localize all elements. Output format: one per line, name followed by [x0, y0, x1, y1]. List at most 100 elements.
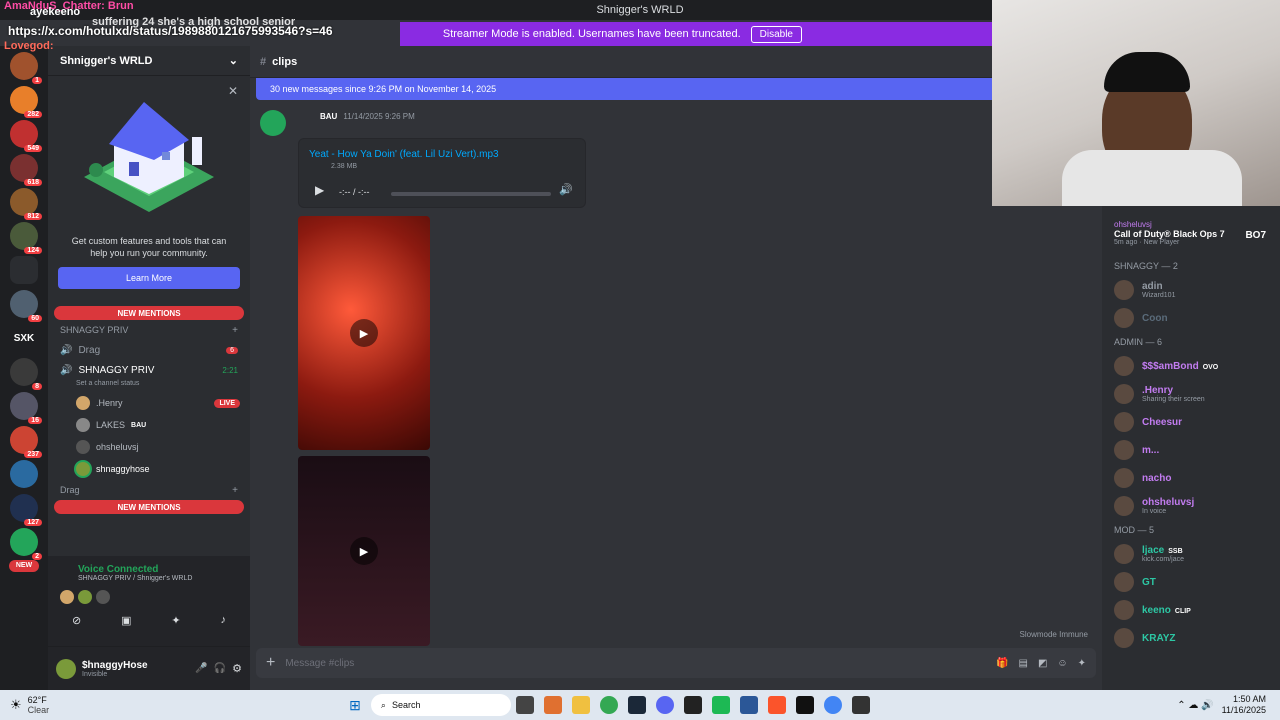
activities-icon[interactable]: ✦ [171, 614, 180, 627]
learn-more-button[interactable]: Learn More [58, 267, 240, 289]
server-icon[interactable]: 124 [10, 222, 42, 254]
volume-icon[interactable]: 🔊 [559, 183, 573, 196]
server-icon[interactable]: 127 [10, 494, 42, 526]
audio-progress-bar[interactable] [391, 192, 551, 196]
server-header[interactable]: Shnigger's WRLD ⌄ [48, 46, 250, 76]
voice-user[interactable]: ohsheluvsj [48, 436, 250, 458]
member-item[interactable]: KRAYZ [1102, 624, 1280, 652]
play-icon[interactable]: ▶ [350, 319, 378, 347]
copilot-icon[interactable] [543, 696, 562, 714]
category-shnaggy[interactable]: SHNAGGY PRIV + [48, 320, 250, 340]
disable-streamer-button[interactable]: Disable [750, 25, 802, 43]
server-icon[interactable]: 1 [10, 52, 42, 84]
plus-icon[interactable]: + [266, 654, 275, 672]
member-item[interactable]: .Henry Sharing their screen [1102, 380, 1280, 408]
close-icon[interactable]: ✕ [228, 84, 238, 98]
member-item[interactable]: GT [1102, 568, 1280, 596]
video-attachment[interactable]: ▶ [298, 456, 430, 646]
server-icon[interactable]: 812 [10, 188, 42, 220]
screen-share-icon[interactable]: ▣ [121, 614, 131, 627]
member-item[interactable]: m... [1102, 436, 1280, 464]
member-item[interactable]: keeno CLIP [1102, 596, 1280, 624]
channel-label: Drag [78, 344, 101, 356]
plus-icon[interactable]: + [232, 325, 238, 336]
server-icon[interactable]: 16 [10, 392, 42, 424]
start-icon[interactable]: ⊞ [349, 697, 361, 714]
apps-icon[interactable]: ✦ [1078, 658, 1086, 669]
voice-connected-label: Voice Connected [78, 564, 159, 575]
plus-icon[interactable]: + [232, 485, 238, 496]
member-item[interactable]: nacho [1102, 464, 1280, 492]
server-icon[interactable] [10, 460, 38, 488]
soundboard-icon[interactable]: ♪ [221, 614, 227, 627]
server-icon[interactable]: 282 [10, 86, 42, 118]
member-item[interactable]: ohsheluvsj In voice [1102, 492, 1280, 520]
camera-off-icon[interactable]: ⊘ [72, 614, 81, 627]
channel-status[interactable]: Set a channel status [48, 380, 250, 392]
member-item[interactable]: adin Wizard101 [1102, 276, 1280, 304]
voice-channel-drag2[interactable]: Drag + [48, 480, 250, 500]
tray-icons[interactable]: ⌃ ☁ 🔊 [1177, 700, 1213, 711]
server-sxk[interactable]: SXK [10, 324, 38, 352]
app-icon[interactable] [795, 696, 814, 714]
member-item[interactable]: $$$amBond OVO [1102, 352, 1280, 380]
play-icon[interactable]: ▶ [315, 183, 324, 197]
new-mentions-pill[interactable]: NEW MENTIONS [54, 500, 244, 514]
chrome-icon[interactable] [823, 696, 842, 714]
member-name: keeno [1142, 604, 1171, 616]
server-icon[interactable]: 549 [10, 120, 42, 152]
capcut-icon[interactable] [851, 696, 870, 714]
file-explorer-icon[interactable] [571, 696, 590, 714]
app-icon[interactable] [683, 696, 702, 714]
voice-channel-shnaggy[interactable]: 🔊 SHNAGGY PRIV 2:21 [48, 360, 250, 380]
voice-user[interactable]: shnaggyhose [48, 458, 250, 480]
activity-card[interactable]: ohsheluvsj Call of Duty® Black Ops 7 5m … [1108, 216, 1274, 256]
message-input[interactable]: Message #clips [285, 658, 354, 669]
member-item[interactable]: Coon [1102, 304, 1280, 332]
audio-file-name[interactable]: Yeat - How Ya Doin' (feat. Lil Uzi Vert)… [309, 149, 499, 160]
app-icon[interactable] [711, 696, 730, 714]
activity-time: 5m ago [1114, 239, 1138, 246]
server-icon[interactable]: 237 [10, 426, 42, 458]
message-input-bar[interactable]: + Message #clips 🎁 ▤ ◩ ☺ ✦ [256, 648, 1096, 678]
search-box[interactable]: ⌕ Search [370, 694, 511, 716]
member-name: nacho [1142, 472, 1172, 484]
chrome-icon[interactable] [599, 696, 618, 714]
gear-icon[interactable]: ⚙ [232, 662, 242, 675]
task-view-icon[interactable] [515, 696, 534, 714]
avatar [1114, 280, 1134, 300]
emoji-icon[interactable]: ☺ [1057, 658, 1067, 669]
powershell-icon[interactable] [739, 696, 758, 714]
channel-sidebar: Shnigger's WRLD ⌄ ✕ Get custom features … [48, 46, 250, 690]
video-attachment[interactable]: ▶ [298, 216, 430, 450]
voice-channel-drag[interactable]: 🔊 Drag 6 [48, 340, 250, 360]
avatar[interactable] [56, 658, 76, 679]
discord-icon[interactable] [655, 696, 674, 714]
steam-icon[interactable] [627, 696, 646, 714]
new-mentions-pill[interactable]: NEW MENTIONS [54, 306, 244, 320]
avatar [96, 590, 110, 604]
new-messages-bar[interactable]: 30 new messages since 9:26 PM on Novembe… [256, 78, 1096, 100]
server-icon[interactable]: 618 [10, 154, 42, 186]
server-icon[interactable]: 2 [10, 528, 42, 560]
member-item[interactable]: ljace SSB kick.com/jace [1102, 540, 1280, 568]
brave-icon[interactable] [767, 696, 786, 714]
server-icon[interactable]: 60 [10, 290, 42, 322]
avatar[interactable] [260, 110, 286, 136]
member-name: $$$amBond [1142, 360, 1199, 372]
sticker-icon[interactable]: ◩ [1038, 658, 1047, 669]
voice-user[interactable]: .Henry LIVE [48, 392, 250, 414]
microphone-icon[interactable]: 🎤 [195, 663, 207, 674]
play-icon[interactable]: ▶ [350, 537, 378, 565]
weather-temp: 62°F [27, 695, 47, 705]
avatar [1114, 628, 1134, 648]
headphones-icon[interactable]: 🎧 [214, 663, 226, 674]
server-icon[interactable]: 8 [10, 358, 42, 390]
folder-icon[interactable] [10, 256, 38, 284]
voice-user[interactable]: LAKES BAU [48, 414, 250, 436]
gif-icon[interactable]: ▤ [1018, 658, 1027, 669]
member-item[interactable]: Cheesur [1102, 408, 1280, 436]
gift-icon[interactable]: 🎁 [996, 658, 1008, 669]
voice-location[interactable]: SHNAGGY PRIV / Shnigger's WRLD [48, 575, 250, 582]
mention-badge: 8 [32, 383, 42, 390]
